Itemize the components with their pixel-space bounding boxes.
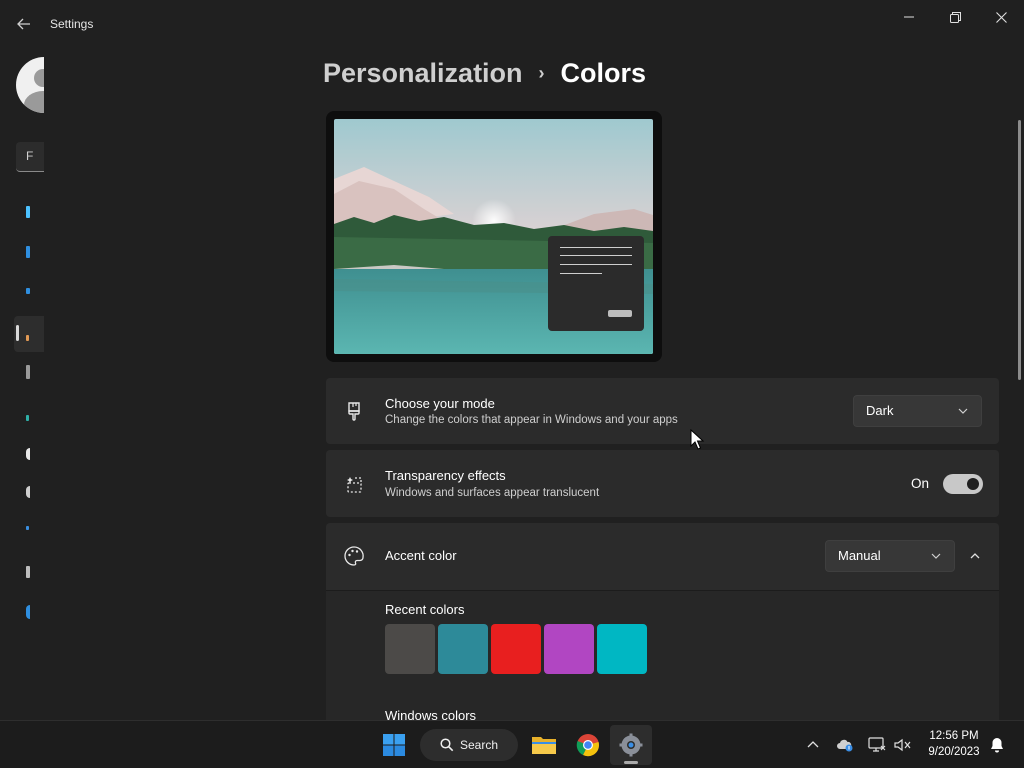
- recent-color-swatch-2[interactable]: [438, 624, 488, 674]
- onedrive-tray-button[interactable]: [834, 725, 856, 765]
- sidebar-clip: F: [0, 48, 44, 720]
- windows-logo-icon: [383, 734, 405, 756]
- chrome-icon: [576, 734, 599, 757]
- sidebar-item-bluetooth[interactable]: [14, 273, 44, 309]
- mode-dropdown-value: Dark: [866, 403, 894, 418]
- accent-color-dropdown[interactable]: Manual: [825, 540, 955, 572]
- chrome-button[interactable]: [566, 725, 610, 765]
- window-title: Settings: [50, 17, 94, 31]
- notifications-button[interactable]: [986, 725, 1008, 765]
- close-button[interactable]: [978, 2, 1024, 32]
- chevron-up-icon: [970, 553, 980, 559]
- breadcrumb-personalization-link[interactable]: Personalization: [323, 58, 523, 89]
- volume-tray-button[interactable]: [892, 725, 914, 765]
- minimize-icon: [904, 16, 914, 18]
- chevron-up-icon: [807, 741, 819, 748]
- accessibility-icon: [26, 526, 29, 530]
- recent-color-swatch-3[interactable]: [491, 624, 541, 674]
- mode-title: Choose your mode: [385, 396, 495, 411]
- sidebar-item-accessibility[interactable]: [14, 510, 44, 546]
- transparency-toggle[interactable]: [943, 474, 983, 494]
- paintbrush-icon: [348, 402, 360, 421]
- collapse-accent-button[interactable]: [959, 540, 991, 572]
- taskbar-clock[interactable]: 12:56 PM 9/20/2023: [922, 728, 986, 760]
- transparency-icon: [347, 477, 362, 493]
- chevron-down-icon: [958, 408, 968, 414]
- sidebar-item-time-language[interactable]: [14, 436, 44, 472]
- active-app-indicator: [624, 761, 638, 764]
- sidebar: F: [0, 48, 44, 720]
- bell-icon: [991, 738, 1003, 753]
- clock-date: 9/20/2023: [928, 746, 980, 758]
- back-button[interactable]: [10, 12, 38, 36]
- back-arrow-icon: [17, 18, 30, 30]
- toggle-knob: [967, 478, 979, 490]
- home-icon: [26, 206, 30, 218]
- file-explorer-button[interactable]: [522, 725, 566, 765]
- taskbar-search-button[interactable]: Search: [420, 729, 518, 761]
- show-hidden-icons-button[interactable]: [802, 725, 824, 765]
- sidebar-item-home[interactable]: [14, 194, 44, 230]
- sidebar-item-personalization[interactable]: [14, 316, 44, 352]
- recent-color-swatch-5[interactable]: [597, 624, 647, 674]
- sidebar-item-windows-update[interactable]: [14, 594, 44, 630]
- taskbar: Search 12:56 PM 9/20/2023: [0, 720, 1024, 768]
- bluetooth-icon: [26, 288, 30, 294]
- page-title: Colors: [560, 58, 647, 88]
- accent-color-dropdown-value: Manual: [838, 548, 881, 563]
- find-setting-input[interactable]: F: [16, 142, 44, 172]
- close-icon: [995, 11, 1007, 23]
- windows-update-icon: [26, 605, 30, 619]
- cloud-status-icon: [837, 739, 853, 752]
- sidebar-item-accounts[interactable]: [14, 400, 44, 436]
- privacy-icon: [26, 566, 30, 578]
- title-bar: Settings: [0, 0, 1024, 48]
- user-avatar[interactable]: [16, 57, 44, 113]
- settings-taskbar-button[interactable]: [610, 725, 652, 765]
- restore-icon: [949, 11, 961, 23]
- taskbar-search-label: Search: [460, 738, 499, 752]
- network-monitor-icon: [868, 737, 886, 752]
- recent-color-swatch-4[interactable]: [544, 624, 594, 674]
- transparency-subtitle: Windows and surfaces appear translucent: [385, 487, 600, 499]
- transparency-title: Transparency effects: [385, 468, 506, 483]
- content-scrollbar[interactable]: [1018, 120, 1021, 380]
- breadcrumb-separator: ›: [538, 63, 545, 83]
- restore-button[interactable]: [932, 2, 978, 32]
- gaming-icon: [26, 486, 30, 498]
- network-tray-button[interactable]: [866, 725, 888, 765]
- minimize-button[interactable]: [886, 2, 932, 32]
- search-icon: [440, 738, 454, 752]
- speaker-muted-icon: [894, 738, 911, 752]
- personalization-icon: [26, 335, 29, 341]
- time-language-icon: [26, 448, 30, 460]
- mode-subtitle: Change the colors that appear in Windows…: [385, 414, 678, 426]
- transparency-card: Transparency effects Windows and surface…: [326, 450, 999, 517]
- accent-color-title: Accent color: [385, 548, 457, 563]
- transparency-state-label: On: [911, 476, 930, 491]
- system-icon: [26, 246, 30, 258]
- wallpaper-preview-image: [334, 119, 653, 354]
- sidebar-item-system[interactable]: [14, 234, 44, 270]
- recent-color-swatch-1[interactable]: [385, 624, 435, 674]
- sidebar-item-privacy[interactable]: [14, 554, 44, 590]
- mode-card: Choose your mode Change the colors that …: [326, 378, 999, 444]
- accounts-icon: [26, 415, 29, 421]
- recent-colors-label: Recent colors: [385, 602, 465, 617]
- folder-icon: [532, 737, 556, 754]
- sidebar-item-gaming[interactable]: [14, 474, 44, 510]
- breadcrumb: Personalization › Colors: [323, 58, 646, 89]
- apps-icon: [26, 365, 30, 379]
- gear-icon: [619, 733, 643, 757]
- theme-preview: [326, 111, 662, 362]
- chevron-down-icon: [931, 553, 941, 559]
- accent-color-card[interactable]: Accent color Manual: [326, 523, 999, 590]
- mode-dropdown[interactable]: Dark: [853, 395, 982, 427]
- palette-icon: [344, 546, 364, 566]
- mouse-cursor-icon: [690, 429, 705, 450]
- sidebar-item-apps[interactable]: [14, 354, 44, 390]
- start-button[interactable]: [372, 725, 416, 765]
- clock-time: 12:56 PM: [929, 730, 979, 742]
